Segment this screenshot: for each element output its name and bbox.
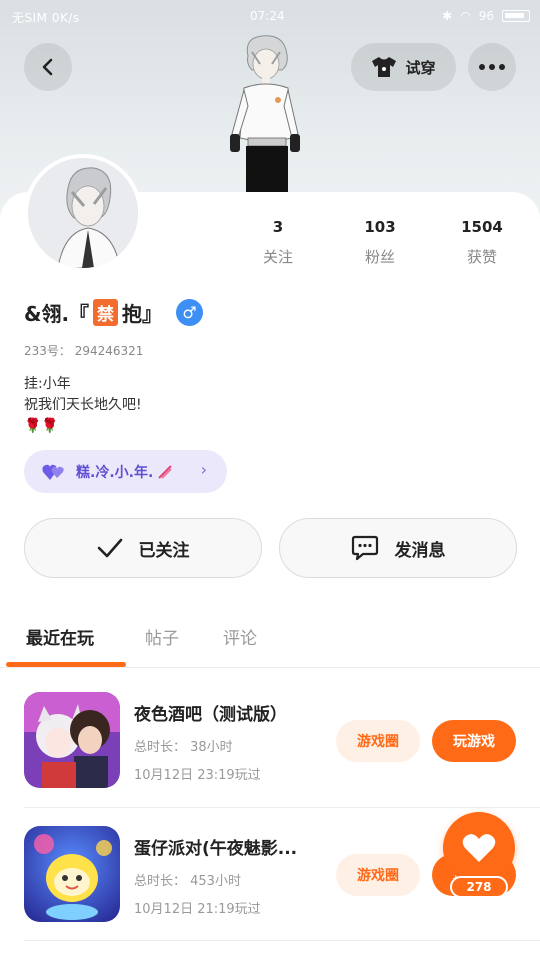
stat-followers[interactable]: 103 粉丝 [340,218,420,267]
send-message-label: 发消息 [394,540,446,561]
game-circle-button[interactable]: 游戏圈 [336,720,420,762]
battery-level: 96 [478,9,494,23]
game-title: 夜色酒吧（测试版） [134,705,287,725]
tab-comments[interactable]: 评论 [223,624,257,649]
game-icon [24,692,120,788]
try-on-button[interactable]: 试穿 [351,43,456,91]
avatar-image [28,158,138,268]
tab-recently-played[interactable]: 最近在玩 [26,624,94,649]
stat-label: 关注 [262,248,293,266]
stat-label: 获赞 [466,248,497,266]
check-icon [97,538,122,558]
double-heart-icon [42,464,64,480]
like-count-badge: 278 [450,876,508,898]
chat-bubble-icon [351,535,378,561]
play-game-button[interactable]: 玩游戏 [432,720,516,762]
male-gender-icon: ♂ [176,299,204,326]
profile-tabs: 最近在玩 帖子 评论 [0,620,540,668]
back-arrow-icon [42,58,53,76]
stat-label: 粉丝 [364,248,395,266]
back-button[interactable] [24,43,72,91]
avatar-character-figure [230,35,300,194]
game-play-time: 总时长： 453小时 [134,874,241,889]
chevron-right-icon: › [200,460,207,479]
game-icon [24,826,120,922]
tag-pill-text: 糕.冷.小.年. [76,464,154,481]
stat-value: 103 [364,218,396,236]
profile-stats: 3 关注 103 粉丝 1504 获赞 [230,218,540,274]
heart-icon [462,834,496,862]
like-floating-button[interactable] [443,812,515,884]
battery-icon [502,10,530,22]
username-badge: 禁 [93,299,119,326]
avatar[interactable] [24,154,142,272]
bio-line: 挂:小年 [24,376,71,392]
stat-following[interactable]: 3 关注 [238,218,318,267]
game-circle-button[interactable]: 游戏圈 [336,854,420,896]
more-options-button[interactable] [468,43,516,91]
game-last-played: 10月12日 21:19玩过 [134,902,261,917]
wifi-icon: ◠ [460,9,471,23]
username-row: &翎.『 禁 抱』 ♂ [24,298,204,327]
username-suffix: 抱』 [122,302,163,326]
user-id: 233号： 294246321 [24,344,144,358]
game-title: 蛋仔派对(午夜魅影... [134,839,298,859]
game-play-time: 总时长： 38小时 [134,740,233,755]
game-list-item[interactable]: 夜色酒吧（测试版） 总时长： 38小时 10月12日 23:19玩过 游戏圈 玩… [24,692,540,826]
tab-posts[interactable]: 帖子 [145,624,179,649]
try-on-label: 试穿 [405,58,436,77]
relationship-tag-pill[interactable]: 糕.冷.小.年. › [24,450,227,493]
carrier-text: 无SIM 0K/s [12,11,80,25]
more-dots-icon [479,64,505,70]
game-last-played: 10月12日 23:19玩过 [134,768,261,783]
bio-line: 祝我们天长地久吧! [24,397,142,413]
bluetooth-icon: ✱ [442,9,453,23]
clock: 07:24 [250,9,285,23]
bio-line: 🌹🌹 [24,418,59,434]
stat-value: 3 [272,218,284,236]
profile-bio: 挂:小年 祝我们天长地久吧! 🌹🌹 [24,374,142,437]
send-message-button[interactable]: 发消息 [279,518,517,578]
signal-bars-icon [158,464,172,479]
following-button[interactable]: 已关注 [24,518,262,578]
list-divider [24,940,540,941]
list-divider [24,807,540,808]
stat-likes[interactable]: 1504 获赞 [442,218,522,267]
stat-value: 1504 [461,218,503,236]
username-prefix: &翎.『 [24,302,90,326]
following-label: 已关注 [138,540,190,561]
tshirt-icon [372,57,397,77]
active-tab-indicator [6,662,126,667]
status-bar: 无SIM 0K/s 07:24 ✱ ◠ 96 [0,6,540,28]
